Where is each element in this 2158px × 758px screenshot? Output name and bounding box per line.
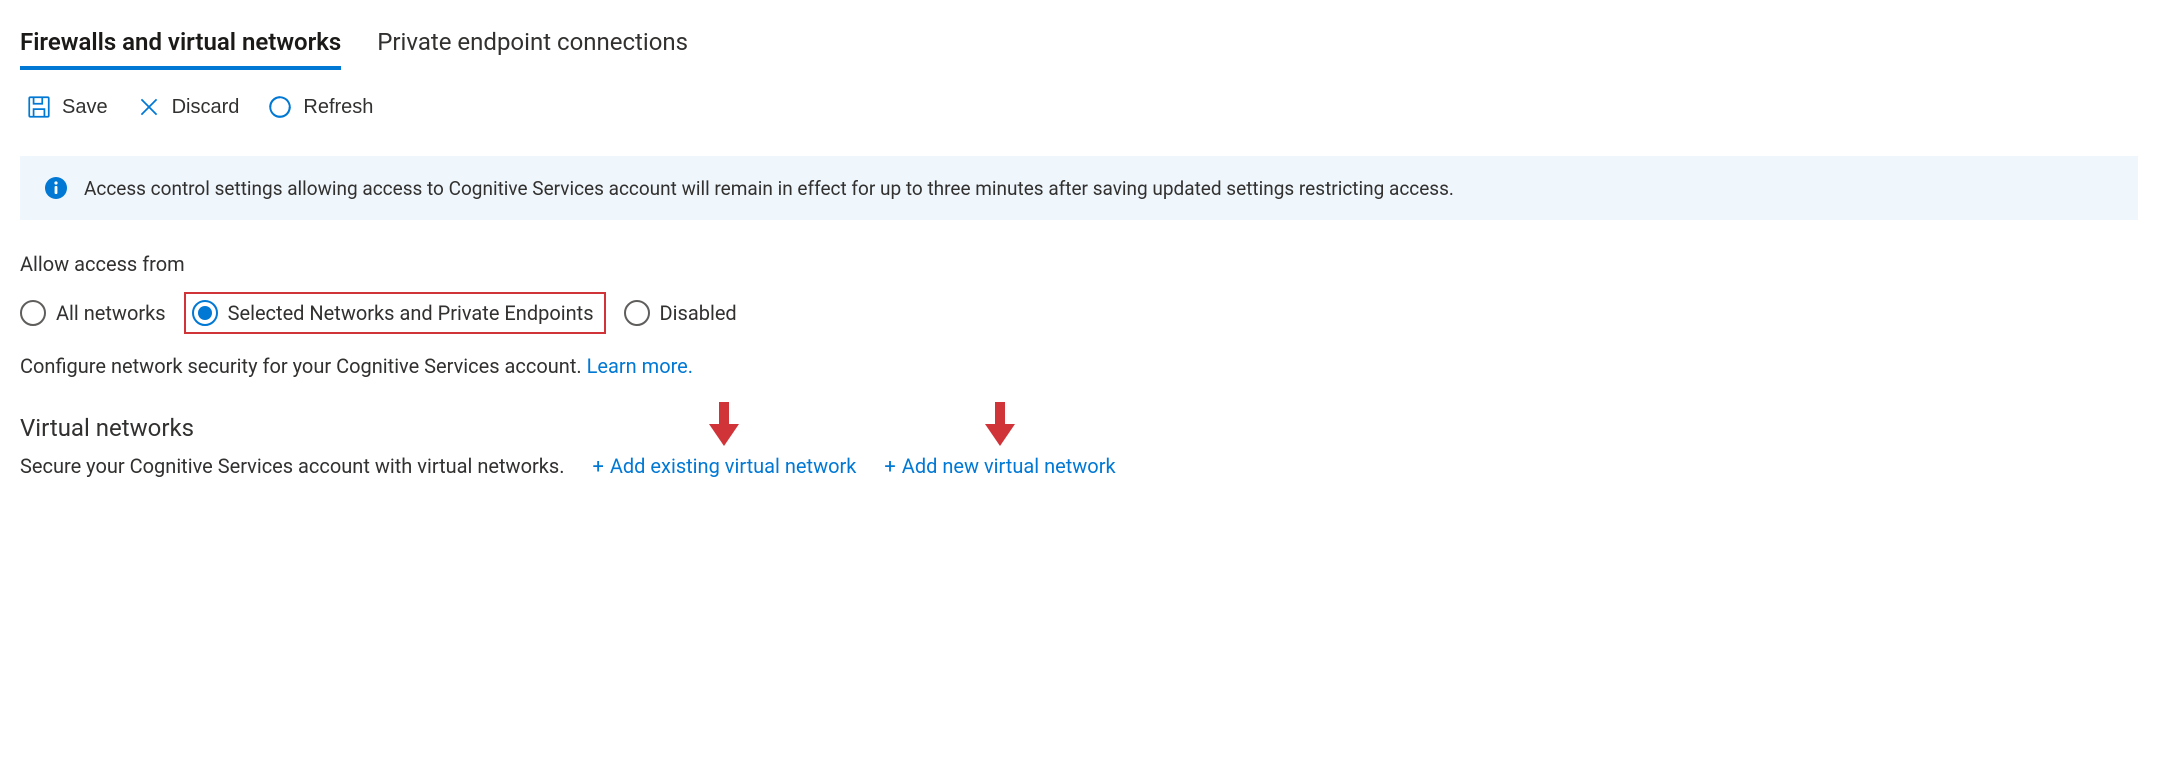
refresh-button[interactable]: Refresh — [267, 94, 373, 120]
access-description: Configure network security for your Cogn… — [20, 354, 582, 378]
info-icon — [44, 176, 68, 200]
info-banner: Access control settings allowing access … — [20, 156, 2138, 220]
plus-icon: + — [884, 454, 895, 478]
radio-icon — [20, 300, 46, 326]
tab-private-endpoints[interactable]: Private endpoint connections — [377, 20, 688, 70]
access-radio-group: All networks Selected Networks and Priva… — [20, 292, 2138, 334]
radio-all-label: All networks — [56, 301, 166, 325]
add-existing-label: Add existing virtual network — [610, 454, 857, 478]
add-new-label: Add new virtual network — [902, 454, 1116, 478]
add-new-vnet-link[interactable]: + Add new virtual network — [884, 454, 1115, 478]
toolbar: Save Discard Refresh — [20, 94, 2138, 120]
save-button[interactable]: Save — [26, 94, 108, 120]
refresh-icon — [267, 94, 293, 120]
close-icon — [136, 94, 162, 120]
info-text: Access control settings allowing access … — [84, 177, 1454, 200]
vnet-row: Secure your Cognitive Services account w… — [20, 454, 2138, 478]
radio-icon — [624, 300, 650, 326]
save-icon — [26, 94, 52, 120]
arrow-down-icon — [709, 402, 739, 446]
save-label: Save — [62, 96, 108, 119]
discard-label: Discard — [172, 96, 240, 119]
radio-disabled[interactable]: Disabled — [624, 300, 737, 326]
radio-icon-selected — [192, 300, 218, 326]
access-description-row: Configure network security for your Cogn… — [20, 354, 2138, 378]
radio-dot — [198, 306, 212, 320]
vnet-title: Virtual networks — [20, 414, 2138, 442]
vnet-description: Secure your Cognitive Services account w… — [20, 454, 565, 478]
radio-disabled-label: Disabled — [660, 301, 737, 325]
refresh-label: Refresh — [303, 96, 373, 119]
add-existing-vnet-link[interactable]: + Add existing virtual network — [593, 454, 857, 478]
radio-selected-networks[interactable]: Selected Networks and Private Endpoints — [184, 292, 606, 334]
access-label: Allow access from — [20, 252, 2138, 276]
plus-icon: + — [593, 454, 604, 478]
discard-button[interactable]: Discard — [136, 94, 240, 120]
learn-more-link[interactable]: Learn more. — [587, 354, 693, 378]
tab-firewalls[interactable]: Firewalls and virtual networks — [20, 20, 341, 70]
arrow-down-icon — [985, 402, 1015, 446]
radio-selected-label: Selected Networks and Private Endpoints — [228, 301, 594, 325]
tabs-container: Firewalls and virtual networks Private e… — [20, 20, 2138, 70]
radio-all-networks[interactable]: All networks — [20, 300, 166, 326]
